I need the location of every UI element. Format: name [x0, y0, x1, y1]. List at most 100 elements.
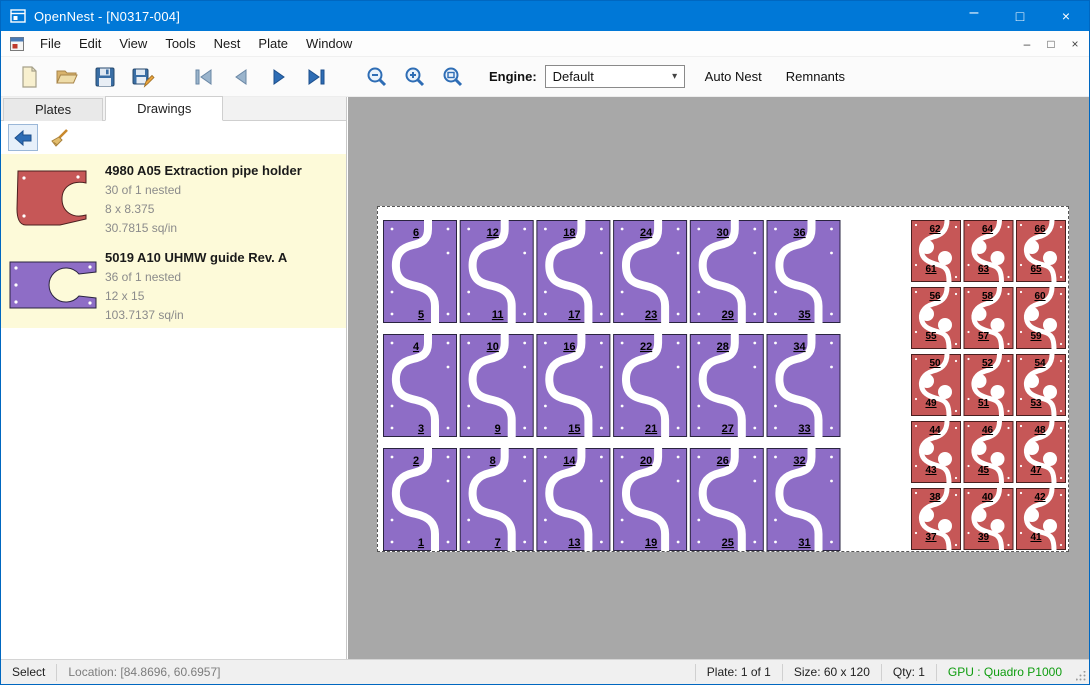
- go-first-button[interactable]: [187, 61, 219, 93]
- red-part-pair[interactable]: 4039: [964, 488, 1013, 550]
- list-item-drawing-1[interactable]: 4980 A05 Extraction pipe holder 30 of 1 …: [1, 154, 346, 241]
- part-number: 64: [982, 224, 994, 235]
- nest-canvas[interactable]: 6512111817242330293635431091615222128273…: [348, 97, 1089, 659]
- drawing-area: 103.7137 sq/in: [105, 306, 287, 325]
- part-number: 59: [1030, 331, 1042, 342]
- purple-part-pair[interactable]: 2827: [690, 334, 763, 437]
- menu-view[interactable]: View: [110, 32, 156, 55]
- purple-part-pair[interactable]: 2625: [690, 448, 763, 551]
- save-as-button[interactable]: [127, 61, 159, 93]
- red-part-pair[interactable]: 3837: [912, 488, 961, 550]
- resize-grip[interactable]: [1073, 660, 1089, 684]
- part-number: 2: [413, 455, 419, 467]
- new-document-icon: [17, 65, 41, 89]
- part-number: 22: [640, 341, 652, 353]
- tab-plates[interactable]: Plates: [3, 98, 103, 121]
- red-part-pair[interactable]: 4847: [1017, 421, 1066, 483]
- menu-plate[interactable]: Plate: [249, 32, 297, 55]
- red-part-pair[interactable]: 4443: [912, 421, 961, 483]
- part-number: 19: [645, 537, 657, 549]
- list-item-drawing-2[interactable]: 5019 A10 UHMW guide Rev. A 36 of 1 neste…: [1, 241, 346, 328]
- zoom-in-button[interactable]: [399, 61, 431, 93]
- part-number: 41: [1030, 532, 1042, 543]
- part-number: 24: [640, 227, 653, 239]
- engine-select[interactable]: Default ▾: [545, 65, 685, 88]
- red-part-pair[interactable]: 6059: [1017, 287, 1066, 349]
- red-part-pair[interactable]: 6261: [912, 220, 961, 282]
- part-number: 23: [645, 309, 657, 321]
- menu-edit[interactable]: Edit: [70, 32, 110, 55]
- part-number: 25: [722, 537, 734, 549]
- menu-nest[interactable]: Nest: [205, 32, 250, 55]
- menu-tools[interactable]: Tools: [156, 32, 204, 55]
- red-part-pair[interactable]: 5857: [964, 287, 1013, 349]
- save-button[interactable]: [89, 61, 121, 93]
- go-next-button[interactable]: [263, 61, 295, 93]
- purple-part-pair[interactable]: 65: [384, 220, 457, 323]
- go-previous-button[interactable]: [225, 61, 257, 93]
- open-button[interactable]: [51, 61, 83, 93]
- purple-part-pair[interactable]: 87: [460, 448, 533, 551]
- part-number: 3: [418, 423, 424, 435]
- new-button[interactable]: [13, 61, 45, 93]
- red-part-pair[interactable]: 4645: [964, 421, 1013, 483]
- minimize-button[interactable]: –: [951, 1, 997, 31]
- engine-selected-value: Default: [553, 69, 666, 84]
- zoom-fit-button[interactable]: [437, 61, 469, 93]
- purple-part-pair[interactable]: 21: [384, 448, 457, 551]
- part-number: 34: [793, 341, 806, 353]
- red-part-pair[interactable]: 5049: [912, 354, 961, 416]
- purple-part-pair[interactable]: 2221: [614, 334, 687, 437]
- drawings-toolbar: [1, 121, 346, 154]
- mdi-restore-button[interactable]: □: [1041, 37, 1061, 51]
- purple-part-pair[interactable]: 2019: [614, 448, 687, 551]
- menu-file[interactable]: File: [31, 32, 70, 55]
- purple-part-pair[interactable]: 43: [384, 334, 457, 437]
- drawing-list: 4980 A05 Extraction pipe holder 30 of 1 …: [1, 154, 346, 328]
- red-part-pair[interactable]: 4241: [1017, 488, 1066, 550]
- purple-part-pair[interactable]: 1615: [537, 334, 610, 437]
- purple-part-pair[interactable]: 3635: [767, 220, 840, 323]
- part-number: 8: [490, 455, 496, 467]
- part-number: 18: [563, 227, 575, 239]
- go-last-button[interactable]: [301, 61, 333, 93]
- save-floppy-icon: [93, 65, 117, 89]
- purple-part-pair[interactable]: 1413: [537, 448, 610, 551]
- part-number: 20: [640, 455, 652, 467]
- purple-part-pair[interactable]: 1817: [537, 220, 610, 323]
- purple-part-pair[interactable]: 1211: [460, 220, 533, 323]
- close-button[interactable]: ×: [1043, 1, 1089, 31]
- restore-button[interactable]: □: [997, 1, 1043, 31]
- part-number: 35: [798, 309, 810, 321]
- purple-part-pair[interactable]: 3433: [767, 334, 840, 437]
- red-part-pair[interactable]: 6463: [964, 220, 1013, 282]
- part-number: 56: [929, 291, 941, 302]
- mdi-minimize-button[interactable]: –: [1017, 37, 1037, 51]
- purple-part-pair[interactable]: 3029: [690, 220, 763, 323]
- part-number: 38: [929, 492, 941, 503]
- menu-window[interactable]: Window: [297, 32, 361, 55]
- red-part-pair[interactable]: 5453: [1017, 354, 1066, 416]
- resize-grip-icon: [1076, 671, 1086, 681]
- auto-nest-button[interactable]: Auto Nest: [701, 64, 766, 89]
- zoom-out-button[interactable]: [361, 61, 393, 93]
- mdi-close-button[interactable]: ×: [1065, 37, 1085, 51]
- status-plate: Plate: 1 of 1: [696, 660, 782, 684]
- purple-part-pair[interactable]: 109: [460, 334, 533, 437]
- purple-part-pair[interactable]: 3231: [767, 448, 840, 551]
- back-arrow-button[interactable]: [8, 124, 38, 151]
- purple-part-pair[interactable]: 24 23: [614, 220, 687, 323]
- red-part-pair[interactable]: 5251: [964, 354, 1013, 416]
- plate[interactable]: 6512111817242330293635431091615222128273…: [377, 206, 1069, 552]
- status-location: Location: [84.8696, 60.6957]: [57, 660, 231, 684]
- remnants-button[interactable]: Remnants: [782, 64, 849, 89]
- red-part-pair[interactable]: 6665: [1017, 220, 1066, 282]
- clean-button[interactable]: [44, 124, 74, 151]
- drawing-title: 5019 A10 UHMW guide Rev. A: [105, 250, 287, 265]
- part-number: 27: [722, 423, 734, 435]
- app-icon: [10, 8, 26, 24]
- tab-drawings[interactable]: Drawings: [105, 96, 223, 121]
- red-part-pair[interactable]: 5655: [912, 287, 961, 349]
- part-number: 29: [722, 309, 734, 321]
- part-number: 7: [495, 537, 501, 549]
